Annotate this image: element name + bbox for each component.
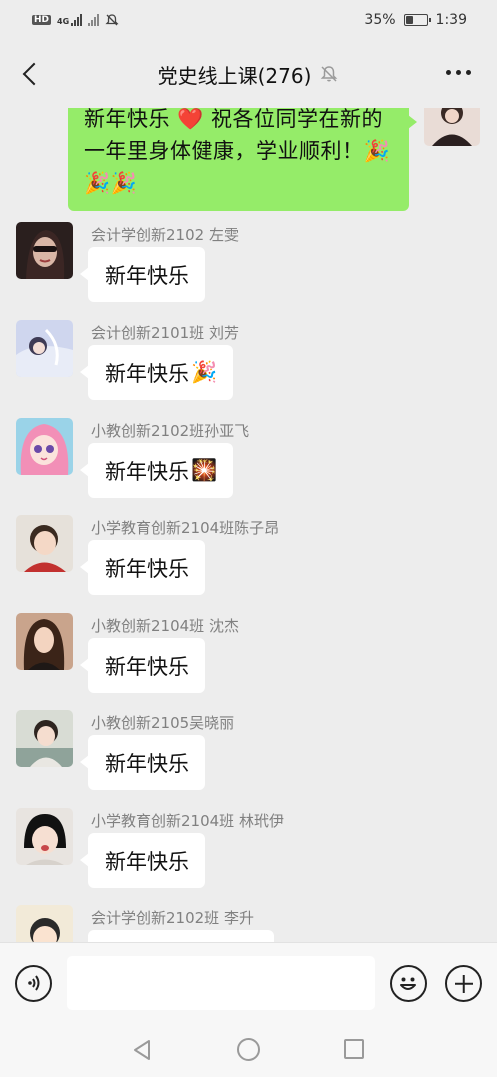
message-text: 新年快乐 xyxy=(105,556,189,581)
avatar[interactable] xyxy=(16,905,73,942)
bell-off-icon xyxy=(321,66,338,82)
system-nav-bar xyxy=(0,1026,497,1077)
sender-name: 小学教育创新2104班 林玳伊 xyxy=(91,812,284,830)
avatar[interactable] xyxy=(16,808,73,865)
network-type: 4G xyxy=(57,14,83,26)
party-popper-icon: 🎉 xyxy=(191,360,218,384)
message-text: 新年快乐 xyxy=(105,361,189,386)
avatar[interactable] xyxy=(16,222,73,279)
message-text: 新年快乐 xyxy=(105,849,189,874)
message-bubble[interactable]: 新年快乐 xyxy=(80,638,205,693)
sender-name: 会计学创新2102 左雯 xyxy=(91,226,239,244)
sender-name: 会计学创新2102班 李升 xyxy=(91,909,254,927)
list-item: 会计学创新2102班 李升 xyxy=(0,905,497,942)
message-text: 新年快乐 xyxy=(105,459,189,484)
signal-icon xyxy=(71,14,83,26)
avatar[interactable] xyxy=(16,710,73,767)
battery-icon xyxy=(403,14,431,26)
message-bubble[interactable]: 新年快乐 xyxy=(80,247,205,302)
clock: 1:39 xyxy=(435,12,467,28)
message-bubble[interactable]: 新年快乐 xyxy=(80,833,205,888)
message-list[interactable]: 新年快乐 ❤️ 祝各位同学在新的一年里身体健康，学业顺利！🎉🎉🎉 会计学创新21… xyxy=(0,108,497,942)
list-item: 小教创新2105吴晓丽 新年快乐 xyxy=(0,710,497,800)
self-message-bubble[interactable]: 新年快乐 ❤️ 祝各位同学在新的一年里身体健康，学业顺利！🎉🎉🎉 xyxy=(68,108,417,211)
more-dots-icon[interactable] xyxy=(442,62,475,83)
chat-header: 党史线上课(276) xyxy=(0,40,497,108)
status-bar: HD 4G 35% 1:39 xyxy=(0,0,497,40)
sender-name: 小教创新2102班孙亚飞 xyxy=(91,422,250,440)
mute-icon xyxy=(105,14,119,26)
list-item: 会计学创新2102 左雯 新年快乐 xyxy=(0,222,497,312)
avatar[interactable] xyxy=(16,515,73,572)
smiley-icon[interactable] xyxy=(390,965,427,1002)
message-bubble[interactable] xyxy=(88,930,274,942)
sender-name: 小教创新2104班 沈杰 xyxy=(91,617,239,635)
sender-name: 会计创新2101班 刘芳 xyxy=(91,324,239,342)
list-item: 小教创新2104班 沈杰 新年快乐 xyxy=(0,613,497,703)
battery-fill xyxy=(405,16,414,24)
nav-home-icon[interactable] xyxy=(237,1038,260,1061)
list-item: 小学教育创新2104班陈子昂 新年快乐 xyxy=(0,515,497,605)
self-avatar[interactable] xyxy=(424,108,480,146)
back-chevron-icon[interactable] xyxy=(18,60,48,90)
list-item: 小教创新2102班孙亚飞 新年快乐 🎇 xyxy=(0,418,497,508)
nav-back-icon[interactable] xyxy=(131,1038,153,1062)
message-text: 新年快乐 xyxy=(105,654,189,679)
title-group: 党史线上课(276) xyxy=(158,60,340,89)
avatar[interactable] xyxy=(16,613,73,670)
sender-name: 小教创新2105吴晓丽 xyxy=(91,714,235,732)
battery-percent: 35% xyxy=(364,12,396,28)
message-bubble[interactable]: 新年快乐 🎇 xyxy=(79,443,234,498)
message-input[interactable] xyxy=(67,956,375,1010)
hd-badge: HD xyxy=(32,15,52,25)
network-label: 4G xyxy=(57,17,70,26)
list-item: 会计创新2101班 刘芳 新年快乐 🎉 xyxy=(0,320,497,410)
signal-2-icon xyxy=(88,14,100,26)
chat-title: 党史线上课(276) xyxy=(157,63,312,88)
input-bar xyxy=(0,942,497,1026)
status-right: 35% 1:39 xyxy=(364,12,467,28)
avatar[interactable] xyxy=(16,320,73,377)
avatar[interactable] xyxy=(16,418,73,475)
sender-name: 小学教育创新2104班陈子昂 xyxy=(91,519,280,537)
list-item: 小学教育创新2104班 林玳伊 新年快乐 xyxy=(0,808,497,898)
message-text: 新年快乐 xyxy=(105,263,189,288)
status-left: HD 4G xyxy=(32,13,119,27)
message-bubble[interactable]: 新年快乐 🎉 xyxy=(79,345,234,400)
fireworks-icon: 🎇 xyxy=(191,458,218,482)
nav-recent-icon[interactable] xyxy=(344,1039,364,1059)
message-bubble[interactable]: 新年快乐 xyxy=(80,735,205,790)
message-bubble[interactable]: 新年快乐 xyxy=(80,540,205,595)
plus-icon[interactable] xyxy=(445,965,482,1002)
voice-icon[interactable] xyxy=(15,965,52,1002)
message-text: 新年快乐 xyxy=(105,751,189,776)
